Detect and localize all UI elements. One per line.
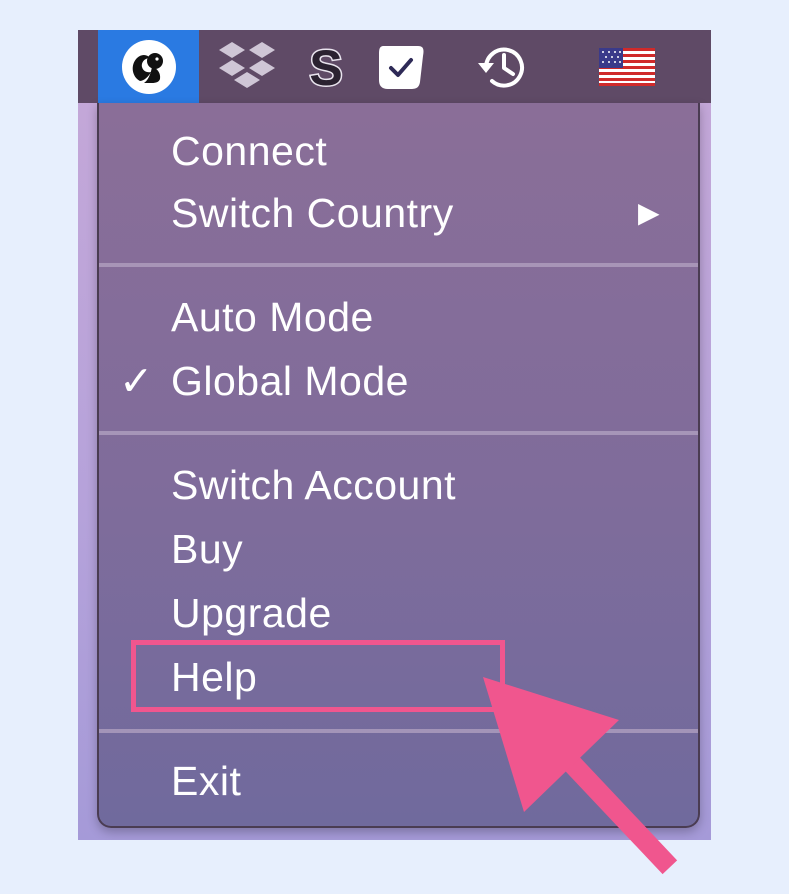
pointer-arrow-icon (483, 677, 678, 875)
